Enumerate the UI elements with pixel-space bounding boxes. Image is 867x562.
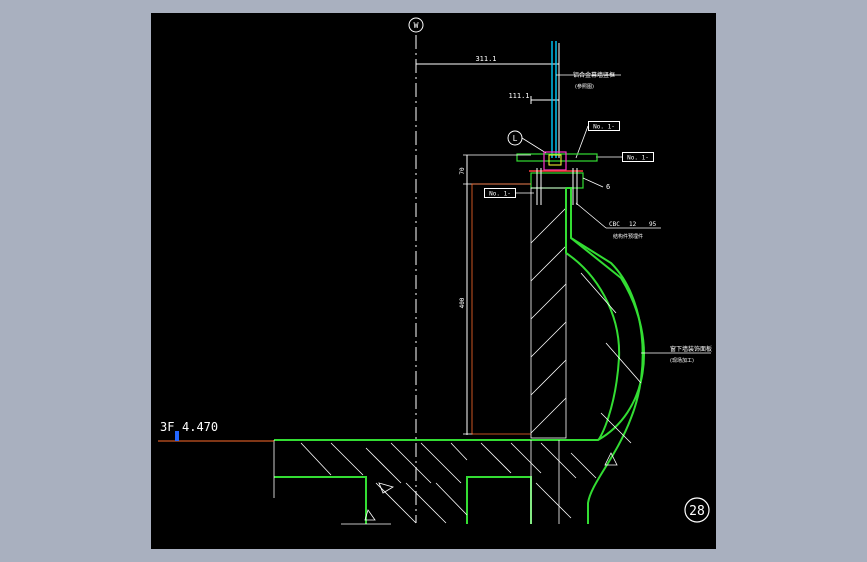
steel-note-sub: 结构件预埋件: [613, 233, 643, 240]
drawing-sheet: W 311.1 111.1 铝合金幕墙竖框 (参照图) L No. 1- No.…: [151, 13, 716, 549]
glass-note-sub: (参照图): [575, 83, 594, 90]
finish-note-sub: (现场加工): [670, 357, 694, 364]
detail-callout-label: L: [513, 134, 518, 143]
steel-note-leader: [575, 202, 607, 229]
curve-hatch-1: [580, 272, 617, 314]
slab-beam-pocket: [466, 476, 532, 524]
clip-leader: [582, 177, 604, 188]
concrete-section-outline: [274, 187, 646, 441]
detail-number-label: 28: [689, 504, 705, 519]
level-marker-block: [175, 431, 179, 441]
slab-bottom-left: [274, 476, 367, 524]
dim-small-height: 70: [459, 167, 466, 175]
level-floor: 3F: [160, 420, 174, 434]
curve-hatch-2: [605, 342, 642, 384]
wall-hatch: [530, 207, 567, 434]
tag-box-2: No. 1-: [622, 152, 654, 162]
tag-box-1-leader: [575, 125, 589, 159]
glass-note: 铝合金幕墙竖框: [573, 71, 615, 79]
tag-box-3: No. 1-: [484, 188, 516, 198]
embed-plate: [530, 172, 584, 189]
concrete-outer-face: [570, 237, 644, 524]
dim-upper-width: 111.1: [508, 92, 529, 100]
grid-bubble-label: W: [414, 21, 419, 30]
slab-hatch: [300, 442, 597, 524]
clip-thickness: 6: [606, 183, 610, 191]
detail-callout-leader: [521, 137, 547, 154]
dim-main-height: 400: [459, 297, 466, 308]
tag-box-2-label: No. 1-: [627, 155, 649, 162]
tag-box-1-label: No. 1-: [593, 124, 615, 131]
steel-note-a: CBC: [609, 221, 620, 228]
steel-note-b: 12: [629, 221, 637, 228]
inner-reference-line: [471, 183, 531, 434]
finish-note: 窗下墙装饰面板: [670, 345, 712, 353]
steel-note-c: 95: [649, 221, 657, 228]
tag-box-1: No. 1-: [588, 121, 620, 131]
dim-top-width: 311.1: [475, 55, 496, 63]
section-detail-drawing: W 311.1 111.1 铝合金幕墙竖框 (参照图) L No. 1- No.…: [158, 17, 712, 525]
aggregate-mark-1: [378, 482, 394, 494]
tag-box-3-label: No. 1-: [489, 191, 511, 198]
level-elevation: 4.470: [182, 420, 218, 434]
